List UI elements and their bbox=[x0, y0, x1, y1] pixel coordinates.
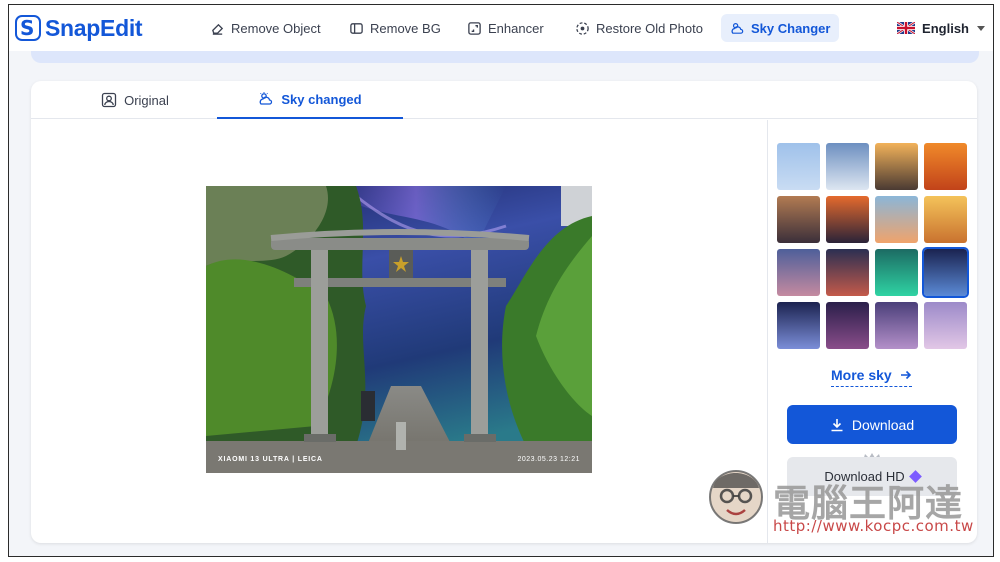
uk-flag-icon bbox=[897, 22, 916, 34]
sky-preset-thumbnail[interactable] bbox=[826, 196, 869, 243]
sky-preset-thumbnail[interactable] bbox=[777, 302, 820, 349]
browser-frame: S SnapEdit Remove Object Remove BG Enhan… bbox=[8, 4, 994, 557]
sky-preset-thumbnail[interactable] bbox=[777, 143, 820, 190]
download-label: Download bbox=[851, 416, 915, 433]
language-label: English bbox=[922, 20, 969, 36]
sky-icon bbox=[260, 92, 273, 105]
sky-preset-thumbnail[interactable] bbox=[777, 196, 820, 243]
sky-preset-thumbnail[interactable] bbox=[922, 247, 969, 298]
chevron-down-icon bbox=[977, 25, 985, 31]
site-watermark-url: http://www.kocpc.com.tw bbox=[773, 517, 974, 535]
tab-original[interactable]: Original bbox=[53, 81, 217, 119]
mascot-face-icon bbox=[709, 470, 763, 524]
nav-restore-old-photo-label: Restore Old Photo bbox=[596, 20, 703, 36]
logo-text: SnapEdit bbox=[45, 14, 143, 41]
more-sky-link[interactable]: More sky bbox=[831, 367, 912, 387]
sky-preset-thumbnail[interactable] bbox=[777, 249, 820, 296]
enhancer-icon bbox=[468, 21, 481, 35]
tab-sky-changed[interactable]: Sky changed bbox=[217, 81, 403, 119]
logo-mark-icon: S bbox=[15, 15, 41, 41]
nav-restore-old-photo[interactable]: Restore Old Photo bbox=[566, 14, 712, 42]
download-button[interactable]: Download bbox=[787, 405, 957, 444]
nav-remove-object-label: Remove Object bbox=[231, 20, 321, 36]
sky-preset-grid bbox=[777, 143, 969, 349]
camera-watermark: XIAOMI 13 ULTRA | LEICA bbox=[218, 456, 323, 463]
site-watermark: 電腦王阿達 http://www.kocpc.com.tw bbox=[703, 463, 993, 543]
sky-preset-thumbnail[interactable] bbox=[875, 196, 918, 243]
logo[interactable]: S SnapEdit bbox=[15, 13, 143, 43]
tab-original-label: Original bbox=[124, 92, 169, 108]
nav-remove-bg-label: Remove BG bbox=[370, 20, 441, 36]
sky-icon bbox=[731, 22, 744, 34]
view-tabs: Original Sky changed bbox=[31, 81, 977, 119]
top-navigation: S SnapEdit Remove Object Remove BG Enhan… bbox=[9, 5, 993, 51]
download-icon bbox=[831, 418, 843, 431]
eraser-icon bbox=[212, 23, 224, 35]
sky-preset-thumbnail[interactable] bbox=[826, 302, 869, 349]
nav-enhancer[interactable]: Enhancer bbox=[458, 14, 553, 42]
timestamp-watermark: 2023.05.23 12:21 bbox=[517, 456, 580, 463]
language-selector[interactable]: English bbox=[897, 14, 985, 42]
sky-preset-thumbnail[interactable] bbox=[875, 302, 918, 349]
person-icon bbox=[101, 92, 117, 108]
sky-preset-thumbnail[interactable] bbox=[924, 302, 967, 349]
sky-preset-thumbnail[interactable] bbox=[826, 143, 869, 190]
nav-remove-object[interactable]: Remove Object bbox=[201, 14, 330, 42]
more-sky-label: More sky bbox=[831, 367, 892, 383]
sky-preset-thumbnail[interactable] bbox=[924, 143, 967, 190]
tab-sky-changed-label: Sky changed bbox=[281, 91, 362, 107]
preview-canvas: XIAOMI 13 ULTRA | LEICA 2023.05.23 12:21 bbox=[31, 120, 767, 543]
sky-preset-thumbnail[interactable] bbox=[826, 249, 869, 296]
nav-remove-bg[interactable]: Remove BG bbox=[340, 14, 450, 42]
sky-preset-thumbnail[interactable] bbox=[924, 196, 967, 243]
arrow-right-icon bbox=[900, 370, 911, 380]
nav-sky-changer[interactable]: Sky Changer bbox=[721, 14, 840, 42]
toolbar-strip bbox=[31, 51, 979, 63]
sky-preset-thumbnail[interactable] bbox=[875, 143, 918, 190]
remove-bg-icon bbox=[350, 22, 363, 34]
nav-enhancer-label: Enhancer bbox=[488, 20, 544, 36]
restore-icon bbox=[576, 21, 589, 35]
sky-preset-thumbnail[interactable] bbox=[875, 249, 918, 296]
edited-photo: XIAOMI 13 ULTRA | LEICA 2023.05.23 12:21 bbox=[206, 186, 592, 473]
nav-sky-changer-label: Sky Changer bbox=[751, 20, 831, 36]
torii-gate-photo bbox=[206, 186, 592, 473]
